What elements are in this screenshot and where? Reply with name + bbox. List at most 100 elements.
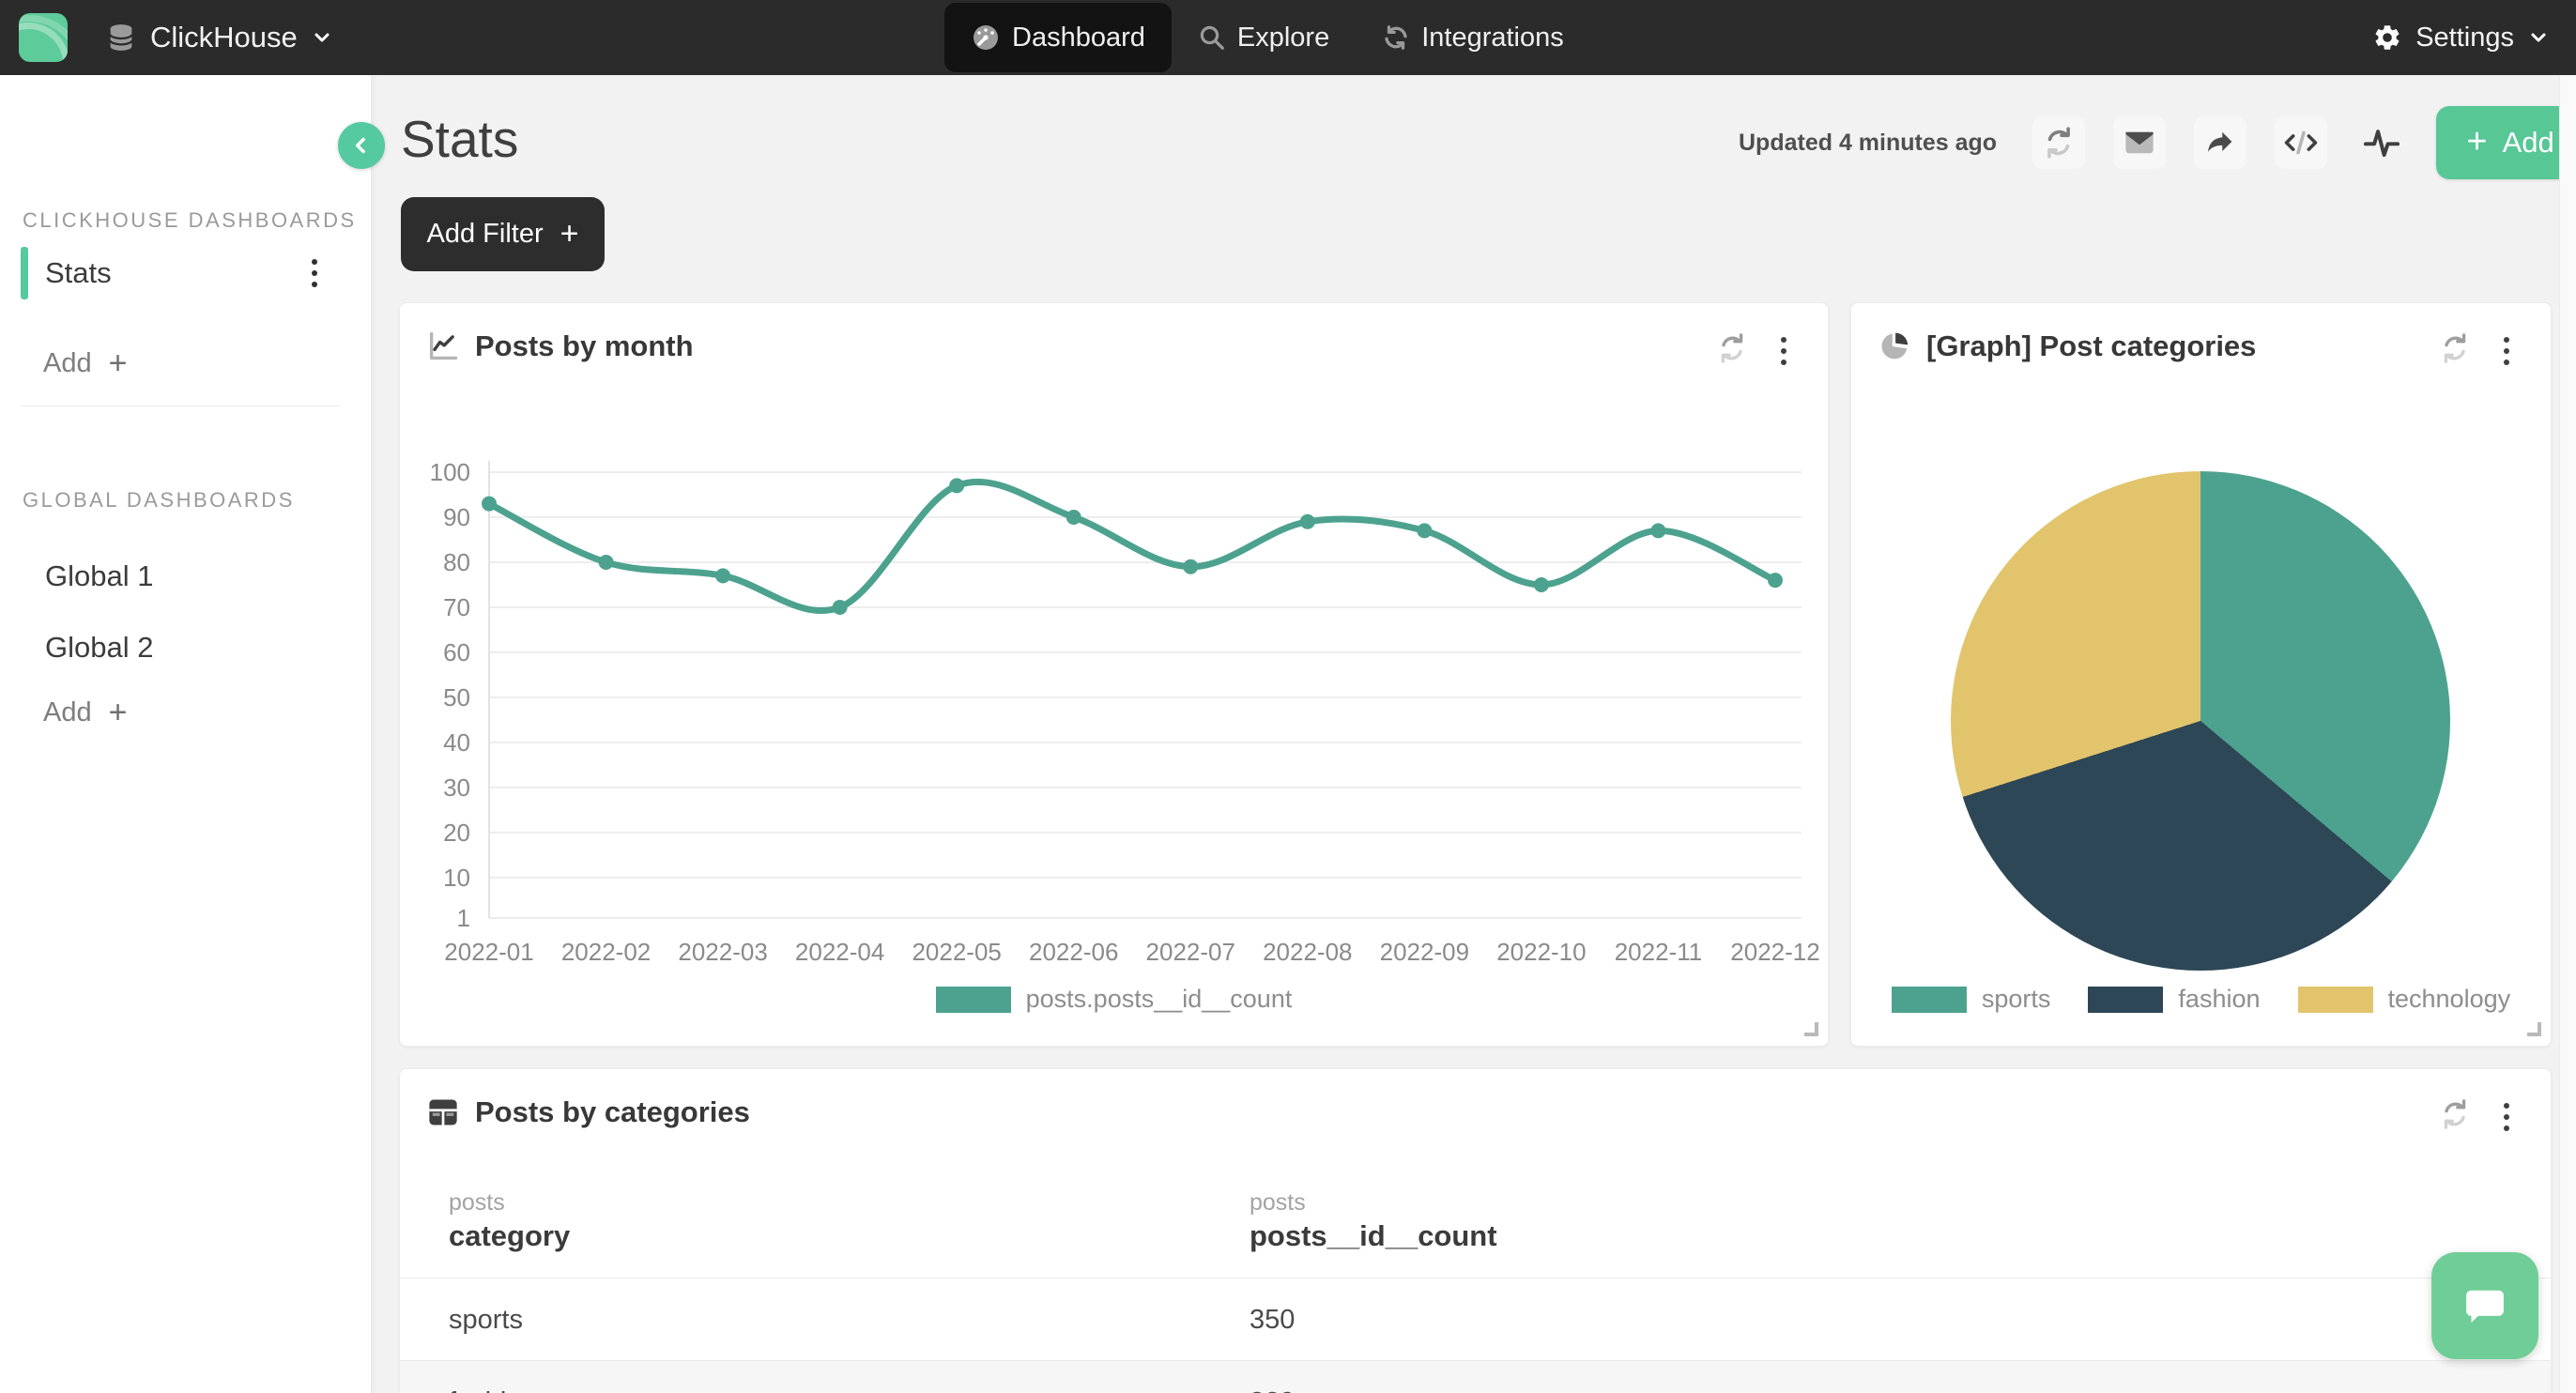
kebab-menu-icon[interactable] xyxy=(306,253,323,293)
data-point xyxy=(1417,523,1432,538)
card-resize-handle[interactable] xyxy=(1804,1022,1818,1036)
sidebar-section-clickhouse-title: CLICKHOUSE DASHBOARDS xyxy=(23,208,357,233)
data-point xyxy=(1300,514,1315,529)
sidebar-item-global-2-label: Global 2 xyxy=(45,631,153,665)
legend-item[interactable]: technology xyxy=(2298,985,2511,1014)
card-title-text: [Graph] Post categories xyxy=(1926,329,2256,363)
activity-button[interactable] xyxy=(2355,116,2408,169)
line-series xyxy=(489,482,1775,610)
x-tick-label: 2022-05 xyxy=(912,938,1001,966)
add-label: Add xyxy=(43,697,92,728)
legend-swatch xyxy=(2088,987,2163,1013)
share-icon xyxy=(2203,126,2237,160)
legend-label: posts.posts__id__count xyxy=(1026,985,1293,1014)
email-button[interactable] xyxy=(2113,116,2166,169)
tab-integrations[interactable]: Integrations xyxy=(1356,0,1590,75)
chevron-down-icon xyxy=(2527,26,2550,49)
sidebar-item-global-1[interactable]: Global 1 xyxy=(0,550,372,603)
page-title: Stats xyxy=(401,109,518,169)
cell-category: sports xyxy=(449,1278,523,1361)
plus-icon: + xyxy=(560,218,579,250)
pie-chart-icon xyxy=(1878,329,1911,363)
legend-item[interactable]: sports xyxy=(1892,985,2051,1014)
legend-swatch xyxy=(2298,987,2373,1013)
chat-bubble-icon xyxy=(2458,1278,2512,1333)
settings-menu[interactable]: Settings xyxy=(2372,0,2550,75)
y-tick-label: 20 xyxy=(443,819,470,847)
legend-label: sports xyxy=(1982,985,2051,1014)
legend-swatch xyxy=(1892,987,1967,1013)
dashboard-actions: Updated 4 minutes ago + Ad xyxy=(1739,103,2576,182)
refresh-button[interactable] xyxy=(2032,116,2085,169)
legend-swatch xyxy=(936,987,1011,1013)
chevron-down-icon xyxy=(311,26,333,49)
y-tick-label: 50 xyxy=(443,683,470,712)
active-indicator xyxy=(21,247,28,299)
settings-label: Settings xyxy=(2415,23,2514,54)
refresh-icon xyxy=(2041,125,2077,161)
app-logo[interactable] xyxy=(19,13,68,62)
legend-item[interactable]: posts.posts__id__count xyxy=(936,985,1293,1014)
legend-label: fashion xyxy=(2178,985,2260,1014)
x-tick-label: 2022-07 xyxy=(1146,938,1235,966)
tab-dashboard[interactable]: Dashboard xyxy=(944,3,1172,72)
y-tick-label: 90 xyxy=(443,503,470,531)
cell-count: 329 xyxy=(1250,1361,1295,1393)
main-nav: Dashboard Explore Integrations xyxy=(944,0,1590,75)
data-point xyxy=(1768,573,1783,588)
card-post-categories-header: [Graph] Post categories xyxy=(1878,329,2256,363)
pie-chart xyxy=(1951,471,2450,971)
x-tick-label: 2022-02 xyxy=(561,938,651,966)
card-posts-by-categories: Posts by categories posts category posts… xyxy=(399,1068,2552,1393)
card-resize-handle[interactable] xyxy=(2527,1022,2541,1036)
database-selector[interactable]: ClickHouse xyxy=(105,0,333,75)
card-posts-by-categories-header: Posts by categories xyxy=(426,1095,750,1129)
embed-code-button[interactable] xyxy=(2275,116,2327,169)
share-button[interactable] xyxy=(2194,116,2246,169)
sidebar: CLICKHOUSE DASHBOARDS Stats Add + GLOBAL… xyxy=(0,75,372,1393)
card-posts-by-month: Posts by month 1009080706050403020101202… xyxy=(399,302,1829,1047)
y-tick-label: 30 xyxy=(443,773,470,802)
y-tick-label: 1 xyxy=(457,904,470,932)
card-refresh-button[interactable] xyxy=(2438,331,2472,365)
pie-chart-legend: sports fashion technology xyxy=(1851,985,2551,1014)
brand-label: ClickHouse xyxy=(150,21,298,54)
card-title-text: Posts by categories xyxy=(475,1095,750,1129)
sidebar-item-global-2[interactable]: Global 2 xyxy=(0,621,372,674)
add-label: Add xyxy=(43,348,92,379)
card-post-categories: [Graph] Post categories sports fashion tec… xyxy=(1850,302,2552,1047)
line-chart-legend: posts.posts__id__count xyxy=(400,985,1828,1014)
table-body: sports350fashion329 xyxy=(400,1278,2551,1393)
chat-widget-button[interactable] xyxy=(2431,1252,2538,1359)
add-widget-button[interactable]: + Add xyxy=(2436,106,2576,179)
column-group-label: posts xyxy=(1250,1189,1306,1217)
data-point xyxy=(1066,510,1081,525)
line-chart-svg: 10090807060504030201012022-012022-022022… xyxy=(400,303,1830,979)
plus-icon: + xyxy=(2466,124,2487,160)
legend-item[interactable]: fashion xyxy=(2088,985,2260,1014)
tab-explore[interactable]: Explore xyxy=(1172,0,1356,75)
tab-dashboard-label: Dashboard xyxy=(1012,23,1145,54)
sidebar-collapse-button[interactable] xyxy=(338,122,385,169)
y-tick-label: 60 xyxy=(443,638,470,666)
embed-code-icon xyxy=(2283,125,2319,161)
page-scrollbar[interactable] xyxy=(2559,75,2576,1393)
data-point xyxy=(1534,577,1549,592)
y-tick-label: 40 xyxy=(443,728,470,757)
email-icon xyxy=(2123,126,2156,160)
data-point xyxy=(482,497,497,512)
chevron-left-icon xyxy=(349,133,374,158)
gear-icon xyxy=(2372,23,2402,53)
column-header-count: posts__id__count xyxy=(1250,1219,1497,1253)
sidebar-add-dashboard-button[interactable]: Add + xyxy=(43,347,127,379)
refresh-icon xyxy=(2438,1097,2472,1131)
card-kebab-menu[interactable] xyxy=(2496,1099,2517,1135)
sidebar-add-global-dashboard-button[interactable]: Add + xyxy=(43,696,127,728)
card-kebab-menu[interactable] xyxy=(2496,333,2517,369)
card-refresh-button[interactable] xyxy=(2438,1097,2472,1131)
table-row: sports350 xyxy=(400,1278,2551,1360)
legend-label: technology xyxy=(2388,985,2511,1014)
dashboard-gauge-icon xyxy=(971,23,1001,53)
add-filter-button[interactable]: Add Filter + xyxy=(401,197,605,271)
sidebar-item-stats[interactable]: Stats xyxy=(0,247,372,299)
